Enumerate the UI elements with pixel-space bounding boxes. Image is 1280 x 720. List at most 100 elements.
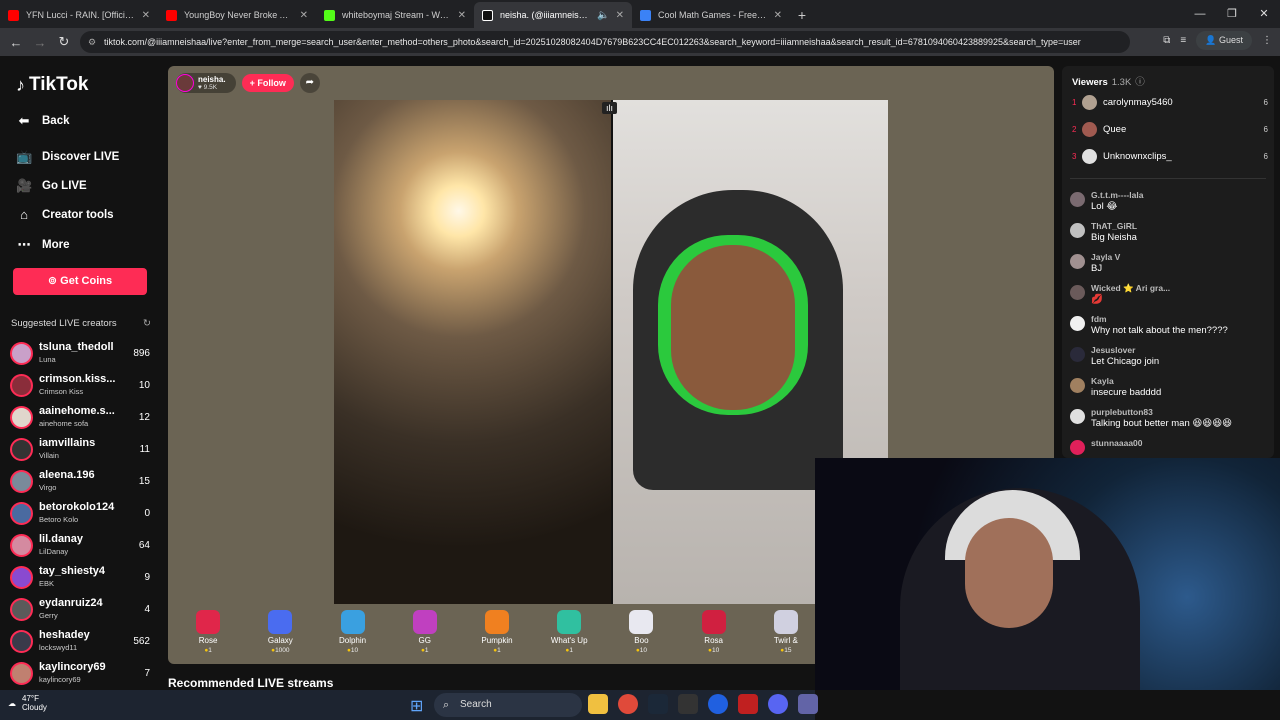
chat-text: Lol 😂 xyxy=(1091,201,1118,212)
follow-button[interactable]: + Follow xyxy=(241,74,294,92)
galaxy-gift-icon xyxy=(268,610,293,634)
chat-user[interactable]: Jayla V xyxy=(1091,252,1120,262)
rose-gift-icon xyxy=(196,610,221,634)
discord-icon[interactable] xyxy=(768,694,788,714)
media-control-icon[interactable]: ≡ xyxy=(1180,35,1186,46)
chat-user[interactable]: G.t.t.m----lala xyxy=(1091,190,1143,200)
browser-tab[interactable]: YFN Lucci - RAIN. [Official Musi ✕ xyxy=(0,2,158,28)
creator-item[interactable]: iamvillains Villain 11 xyxy=(10,436,152,466)
back-arrow-icon[interactable]: ← xyxy=(4,35,28,50)
guest-profile-button[interactable]: 👤 Guest xyxy=(1196,31,1252,50)
avatar xyxy=(1070,440,1085,455)
viewer-name: Unknownxclips_ xyxy=(1103,150,1172,162)
chat-user[interactable]: purplebutton83 xyxy=(1091,407,1153,417)
reload-icon[interactable]: ↻ xyxy=(52,34,76,50)
creator-count: 11 xyxy=(139,444,150,455)
chat-user[interactable]: stunnaaaa00 xyxy=(1091,438,1143,448)
nav-more[interactable]: ⋯ More xyxy=(16,237,70,253)
top-viewer[interactable]: 1 carolynmay5460 6 xyxy=(1072,93,1268,111)
top-viewer[interactable]: 3 Unknownxclips_ 6 xyxy=(1072,147,1268,165)
chat-user[interactable]: Kayla xyxy=(1091,376,1114,386)
chrome-icon[interactable] xyxy=(618,694,638,714)
gift-item[interactable]: Twirl & ●15 xyxy=(750,604,822,664)
creator-item[interactable]: kaylincory69 kaylincory69 7 xyxy=(10,660,152,690)
get-coins-button[interactable]: ⊚ Get Coins xyxy=(13,268,147,295)
nav-creator-tools[interactable]: ⌂ Creator tools xyxy=(16,207,114,222)
close-window-icon[interactable]: ✕ xyxy=(1248,0,1280,28)
cloud-icon: ☁ xyxy=(8,698,16,708)
nav-discover-live[interactable]: 📺 Discover LIVE xyxy=(16,149,119,165)
creator-name: iamvillains xyxy=(39,437,96,449)
browser-tab[interactable]: whiteboymaj Stream - Watch Li ✕ xyxy=(316,2,474,28)
top-viewer[interactable]: 2 Quee 6 xyxy=(1072,120,1268,138)
avatar xyxy=(10,566,33,589)
creator-item[interactable]: tay_shiesty4 EBK 9 xyxy=(10,564,152,594)
close-tab-icon[interactable]: ✕ xyxy=(458,10,466,21)
avatar xyxy=(10,470,33,493)
browser-tab-active[interactable]: neisha. (@iiiamneishaa) is L 🔈 ✕ xyxy=(474,2,632,28)
gift-item[interactable]: Boo ●10 xyxy=(605,604,677,664)
creator-item[interactable]: aainehome.s... ainehome sofa 12 xyxy=(10,404,152,434)
close-tab-icon[interactable]: ✕ xyxy=(142,10,150,21)
creator-item[interactable]: tsluna_thedoll Luna 896 xyxy=(10,340,152,370)
chat-user[interactable]: Wicked ⭐ Ari gra... xyxy=(1091,283,1170,294)
new-tab-icon[interactable]: + xyxy=(790,2,814,28)
creator-item[interactable]: crimson.kiss... Crimson Kiss 10 xyxy=(10,372,152,402)
browser-menu-icon[interactable]: ⋮ xyxy=(1262,35,1272,46)
close-tab-icon[interactable]: ✕ xyxy=(300,10,308,21)
creator-sub: Crimson Kiss xyxy=(39,387,84,396)
minimize-icon[interactable]: — xyxy=(1184,0,1216,28)
chat-text: Talking bout better man 😆😆😆😆 xyxy=(1091,418,1233,429)
creator-item[interactable]: lil.danay LilDanay 64 xyxy=(10,532,152,562)
app-icon[interactable] xyxy=(738,694,758,714)
app-icon[interactable] xyxy=(708,694,728,714)
info-icon[interactable]: ⓘ xyxy=(1135,77,1145,88)
share-icon[interactable]: ➦ xyxy=(299,73,320,93)
tiktok-logo[interactable]: ♪ TikTok xyxy=(16,74,88,96)
gift-item[interactable]: Dolphin ●10 xyxy=(316,604,388,664)
close-tab-icon[interactable]: ✕ xyxy=(774,10,782,21)
browser-tab[interactable]: YoungBoy Never Broke Again - ✕ xyxy=(158,2,316,28)
chat-user[interactable]: Jesuslover xyxy=(1091,345,1135,355)
epic-games-icon[interactable] xyxy=(678,694,698,714)
gift-item[interactable]: Rose ●1 xyxy=(172,604,244,664)
kick-favicon-icon xyxy=(324,9,335,21)
install-app-icon[interactable]: ⧉ xyxy=(1163,35,1170,46)
maximize-icon[interactable]: ❐ xyxy=(1216,0,1248,28)
avatar xyxy=(1070,378,1085,393)
close-tab-icon[interactable]: ✕ xyxy=(616,10,624,21)
creator-item[interactable]: betorokolo124 Betoro Kolo 0 xyxy=(10,500,152,530)
creator-sub: lockswyd11 xyxy=(39,643,78,652)
creator-item[interactable]: aleena.196 Virgo 15 xyxy=(10,468,152,498)
weather-widget[interactable]: ☁ 47°F Cloudy xyxy=(8,694,47,712)
gift-item[interactable]: Pumpkin ●1 xyxy=(461,604,533,664)
host-chip[interactable]: neisha. ♥ 9.5K xyxy=(176,73,236,93)
creator-sub: Villain xyxy=(39,451,59,460)
forward-arrow-icon[interactable]: → xyxy=(28,35,52,50)
site-info-icon[interactable]: ⚙ xyxy=(88,31,96,53)
audio-icon[interactable]: 🔈 xyxy=(597,10,609,21)
nav-label: More xyxy=(42,239,70,251)
back-button[interactable]: ⬅ Back xyxy=(16,113,70,129)
live-video[interactable]: ılı xyxy=(334,100,888,604)
nav-go-live[interactable]: 🎥 Go LIVE xyxy=(16,178,87,194)
chat-text: insecure badddd xyxy=(1091,387,1162,398)
taskbar-search[interactable]: ⌕ Search xyxy=(434,693,582,717)
gift-item[interactable]: What's Up ●1 xyxy=(533,604,605,664)
file-explorer-icon[interactable] xyxy=(588,694,608,714)
refresh-icon[interactable]: ↻ xyxy=(143,318,151,329)
steam-icon[interactable] xyxy=(648,694,668,714)
creator-item[interactable]: eydanruiz24 Gerry 4 xyxy=(10,596,152,626)
creator-count: 15 xyxy=(138,476,150,487)
creator-item[interactable]: heshadey lockswyd11 562 xyxy=(10,628,152,658)
chat-user[interactable]: ThAT_GiRL xyxy=(1091,221,1137,231)
teams-icon[interactable] xyxy=(798,694,818,714)
windows-start-icon[interactable]: ⊞ xyxy=(410,696,423,716)
gift-item[interactable]: Galaxy ●1000 xyxy=(244,604,316,664)
chat-user[interactable]: fdm xyxy=(1091,314,1107,324)
gift-item[interactable]: GG ●1 xyxy=(389,604,461,664)
url-field[interactable]: ⚙ tiktok.com/@iiiamneishaa/live?enter_fro… xyxy=(80,31,1130,53)
gift-item[interactable]: Rosa ●10 xyxy=(678,604,750,664)
browser-tab[interactable]: Cool Math Games - Free Onlin ✕ xyxy=(632,2,790,28)
gift-price-value: 1 xyxy=(497,647,501,654)
